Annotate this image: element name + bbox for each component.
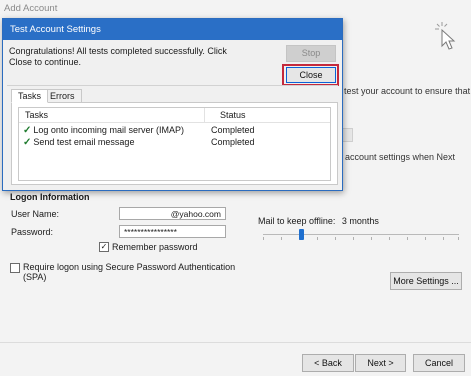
remember-password-option[interactable]: ✓ Remember password — [99, 242, 198, 252]
offline-slider-track[interactable] — [263, 234, 459, 235]
user-name-input[interactable]: @yahoo.com — [119, 207, 226, 220]
slider-tick — [371, 237, 372, 240]
task-name: Send test email message — [33, 137, 135, 147]
tasks-table: Tasks Status ✓ Log onto incoming mail ser… — [18, 107, 331, 181]
spa-option[interactable]: Require logon using Secure Password Auth… — [10, 262, 235, 282]
test-account-settings-dialog: Test Account Settings Congratulations! A… — [2, 18, 343, 191]
slider-tick — [335, 237, 336, 240]
check-icon: ✓ — [23, 137, 32, 148]
tab-tasks[interactable]: Tasks — [11, 89, 49, 103]
slider-tick — [407, 237, 408, 240]
slider-tick — [443, 237, 444, 240]
spa-checkbox[interactable] — [10, 263, 20, 273]
back-button[interactable]: < Back — [302, 354, 354, 372]
stop-button[interactable]: Stop — [286, 45, 336, 62]
footer-divider — [0, 342, 471, 343]
task-status: Completed — [211, 125, 255, 135]
table-row: ✓ Send test email message — [23, 136, 134, 148]
password-input[interactable]: **************** — [119, 225, 226, 238]
logon-section-title: Logon Information — [10, 192, 90, 202]
tasks-column-header: Tasks — [25, 110, 49, 120]
task-name: Log onto incoming mail server (IMAP) — [33, 125, 184, 135]
slider-tick — [263, 237, 264, 240]
more-settings-button[interactable]: More Settings ... — [390, 272, 462, 290]
user-name-label: User Name: — [11, 209, 60, 219]
success-message: Congratulations! All tests completed suc… — [9, 46, 227, 67]
slider-tick — [425, 237, 426, 240]
column-separator — [204, 108, 205, 122]
dialog-title: Test Account Settings — [3, 19, 342, 40]
offline-value: 3 months — [341, 216, 379, 226]
slider-tick — [353, 237, 354, 240]
slider-tick — [281, 237, 282, 240]
offline-setting: Mail to keep offline: 3 months — [258, 216, 379, 226]
header-divider — [19, 122, 330, 123]
task-status: Completed — [211, 137, 255, 147]
check-icon: ✓ — [23, 125, 32, 136]
slider-tick — [458, 237, 459, 240]
offline-label: Mail to keep offline: — [258, 216, 336, 226]
password-label: Password: — [11, 227, 54, 237]
tasks-panel: Tasks Status ✓ Log onto incoming mail ser… — [11, 102, 338, 185]
dialog-divider — [7, 85, 338, 86]
tab-errors[interactable]: Errors — [43, 89, 82, 103]
test-info-text: test your account to ensure that — [344, 86, 471, 96]
spa-label-line2: (SPA) — [23, 272, 47, 282]
spa-label: Require logon using Secure Password Auth… — [23, 262, 236, 272]
status-column-header: Status — [220, 110, 246, 120]
remember-password-label: Remember password — [112, 242, 198, 252]
slider-tick — [317, 237, 318, 240]
table-row: ✓ Log onto incoming mail server (IMAP) — [23, 124, 184, 136]
cancel-button[interactable]: Cancel — [413, 354, 465, 372]
auto-test-text: account settings when Next — [345, 152, 456, 162]
window-title: Add Account — [4, 3, 58, 14]
next-button[interactable]: Next > — [355, 354, 406, 372]
slider-tick — [389, 237, 390, 240]
remember-password-checkbox[interactable]: ✓ — [99, 242, 109, 252]
offline-slider-thumb[interactable] — [299, 229, 304, 240]
click-cursor-icon — [432, 20, 464, 52]
close-button[interactable]: Close — [286, 67, 336, 83]
